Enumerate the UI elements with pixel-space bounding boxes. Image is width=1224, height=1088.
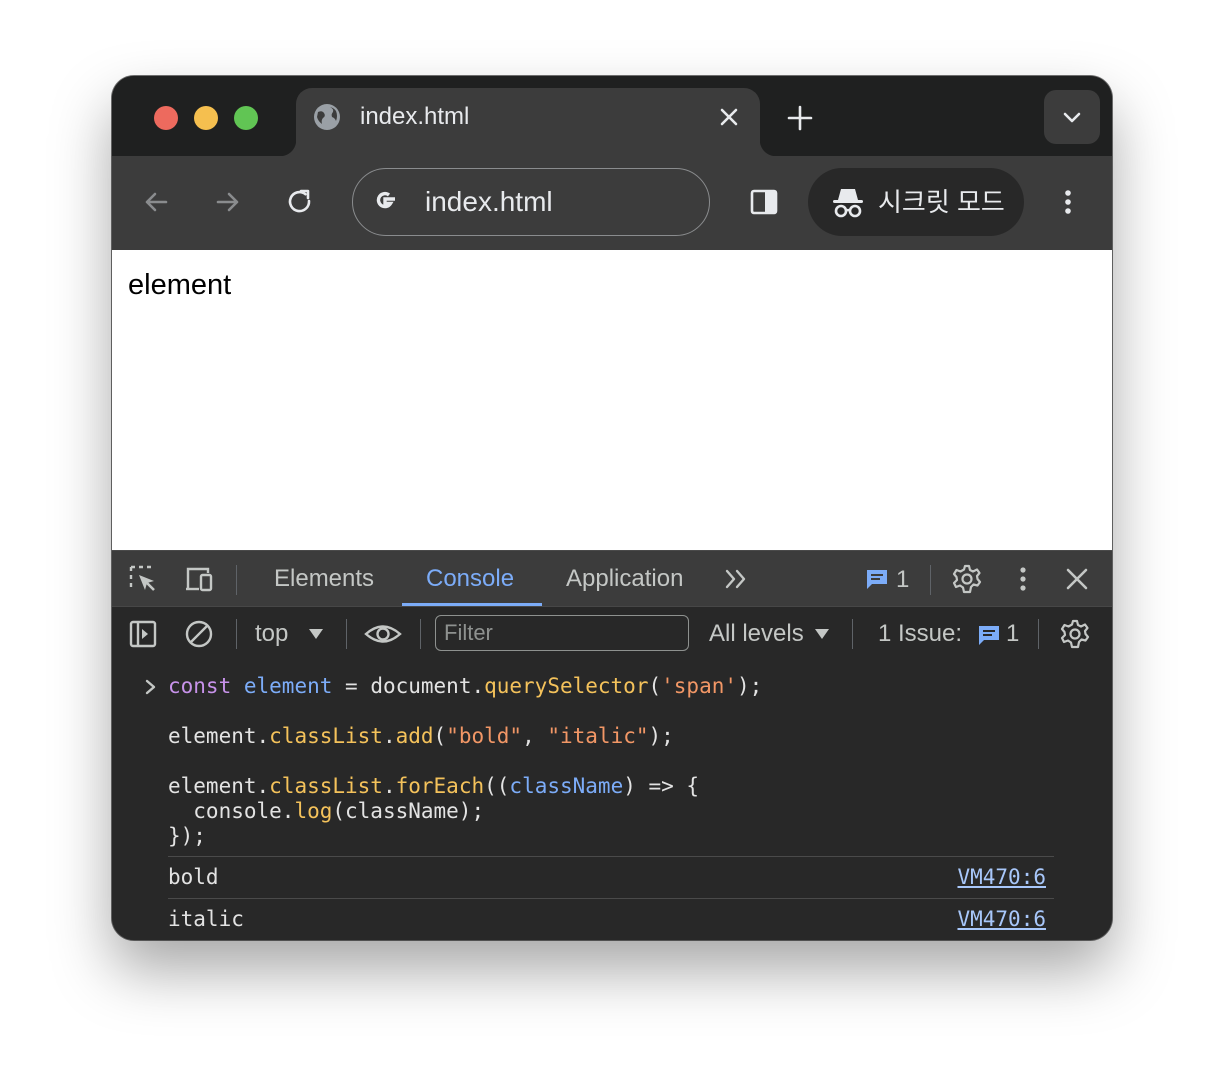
more-tabs-icon[interactable]: [722, 564, 752, 594]
issues-badge-icon[interactable]: [864, 566, 890, 592]
issues-icon[interactable]: [976, 622, 1002, 648]
code-token: forEach: [395, 774, 485, 798]
reload-icon[interactable]: [284, 186, 316, 218]
code-token: classList: [269, 774, 383, 798]
tab-application[interactable]: Application: [566, 564, 683, 594]
separator: [346, 619, 347, 649]
address-bar[interactable]: index.html: [352, 168, 710, 236]
code-token: const: [168, 674, 232, 698]
issues-badge-count[interactable]: 1: [896, 565, 909, 595]
browser-toolbar: index.html 시크릿 모드: [112, 156, 1112, 250]
inspect-element-icon[interactable]: [128, 564, 158, 594]
console-message-row: bold VM470:6: [168, 856, 1054, 897]
dropdown-arrow-icon[interactable]: [814, 627, 830, 641]
source-link[interactable]: VM470:6: [957, 865, 1046, 890]
zoom-window-button[interactable]: [234, 106, 258, 130]
code-token: add: [395, 724, 434, 748]
issues-label[interactable]: 1 Issue:: [878, 619, 962, 649]
code-token: (className);: [332, 799, 485, 823]
code-line: });: [168, 824, 206, 849]
forward-arrow-icon[interactable]: [212, 186, 244, 218]
tab-search-button[interactable]: [1044, 90, 1100, 144]
tab-title: index.html: [360, 103, 470, 130]
chevron-down-icon: [1063, 112, 1081, 123]
sidebar-toggle-icon[interactable]: [128, 619, 158, 649]
separator: [236, 565, 237, 595]
tab-elements[interactable]: Elements: [274, 564, 374, 594]
code-token: element.: [168, 724, 270, 748]
source-link[interactable]: VM470:6: [957, 907, 1046, 932]
code-token: );: [648, 724, 674, 748]
side-panel-icon[interactable]: [748, 186, 780, 218]
input-prompt-chevron-icon: [145, 679, 156, 695]
code-token: element: [243, 674, 333, 698]
page-viewport: element: [112, 250, 1112, 550]
code-token: );: [737, 674, 763, 698]
incognito-icon: [833, 189, 863, 218]
address-text: index.html: [425, 186, 553, 217]
devtools-tab-bar: Elements Console Application 1: [112, 550, 1112, 607]
console-settings-gear-icon[interactable]: [1060, 619, 1090, 649]
log-levels-selector[interactable]: All levels: [709, 619, 804, 649]
code-token: (: [648, 674, 662, 698]
code-token: querySelector: [484, 674, 649, 698]
dropdown-arrow-icon[interactable]: [308, 627, 324, 641]
incognito-label: 시크릿 모드: [878, 187, 1005, 217]
separator: [1038, 619, 1039, 649]
eye-icon[interactable]: [364, 617, 402, 651]
code-token: .: [382, 774, 396, 798]
code-token: "italic": [547, 724, 649, 748]
code-line: console.log(className);: [168, 799, 484, 824]
code-token: ) => {: [623, 774, 700, 798]
issues-count[interactable]: 1: [1006, 619, 1019, 649]
back-arrow-icon[interactable]: [140, 186, 172, 218]
close-tab-icon[interactable]: [716, 104, 742, 130]
separator: [236, 619, 237, 649]
console-message-text: bold: [168, 865, 219, 889]
filter-input[interactable]: [435, 615, 689, 651]
code-token: ,: [522, 724, 548, 748]
code-token: ((: [484, 774, 510, 798]
code-token: className: [509, 774, 624, 798]
code-token: 'span': [661, 674, 737, 698]
code-line: const element = document.querySelector('…: [168, 674, 762, 699]
minimize-window-button[interactable]: [194, 106, 218, 130]
separator: [420, 619, 421, 649]
code-token: = document.: [332, 674, 485, 698]
code-token: console.: [168, 799, 295, 823]
code-token: "bold": [446, 724, 523, 748]
code-token: log: [294, 799, 333, 823]
more-vertical-icon[interactable]: [1052, 186, 1084, 218]
tab-console[interactable]: Console: [426, 564, 514, 594]
more-vertical-icon[interactable]: [1008, 564, 1038, 594]
clear-console-icon[interactable]: [184, 619, 214, 649]
context-selector[interactable]: top: [255, 619, 288, 649]
separator: [852, 619, 853, 649]
new-tab-icon[interactable]: [784, 102, 816, 134]
code-token: .: [382, 724, 396, 748]
browser-window: index.html index.html 시크릿 모드 element Ele…: [112, 76, 1112, 940]
settings-gear-icon[interactable]: [952, 564, 982, 594]
code-line: element.classList.add("bold", "italic");: [168, 724, 674, 749]
code-token: classList: [269, 724, 383, 748]
console-message-text: italic: [168, 907, 244, 931]
separator: [930, 565, 931, 595]
globe-icon: [314, 104, 340, 130]
code-line: element.classList.forEach((className) =>…: [168, 774, 699, 799]
console-toolbar: top All levels 1 Issue: 1: [112, 606, 1112, 662]
google-icon: [376, 191, 395, 209]
tab-index-html[interactable]: index.html: [280, 88, 776, 156]
console-output: const element = document.querySelector('…: [112, 661, 1112, 940]
console-message-row: italic VM470:6: [168, 898, 1054, 939]
tab-strip: index.html: [112, 76, 1112, 156]
close-window-button[interactable]: [154, 106, 178, 130]
close-devtools-icon[interactable]: [1062, 564, 1092, 594]
page-text-element: element: [128, 269, 232, 301]
incognito-button[interactable]: 시크릿 모드: [808, 168, 1024, 236]
code-token: });: [168, 824, 206, 848]
device-toolbar-icon[interactable]: [184, 564, 214, 594]
code-token: (: [433, 724, 447, 748]
code-token: element.: [168, 774, 270, 798]
